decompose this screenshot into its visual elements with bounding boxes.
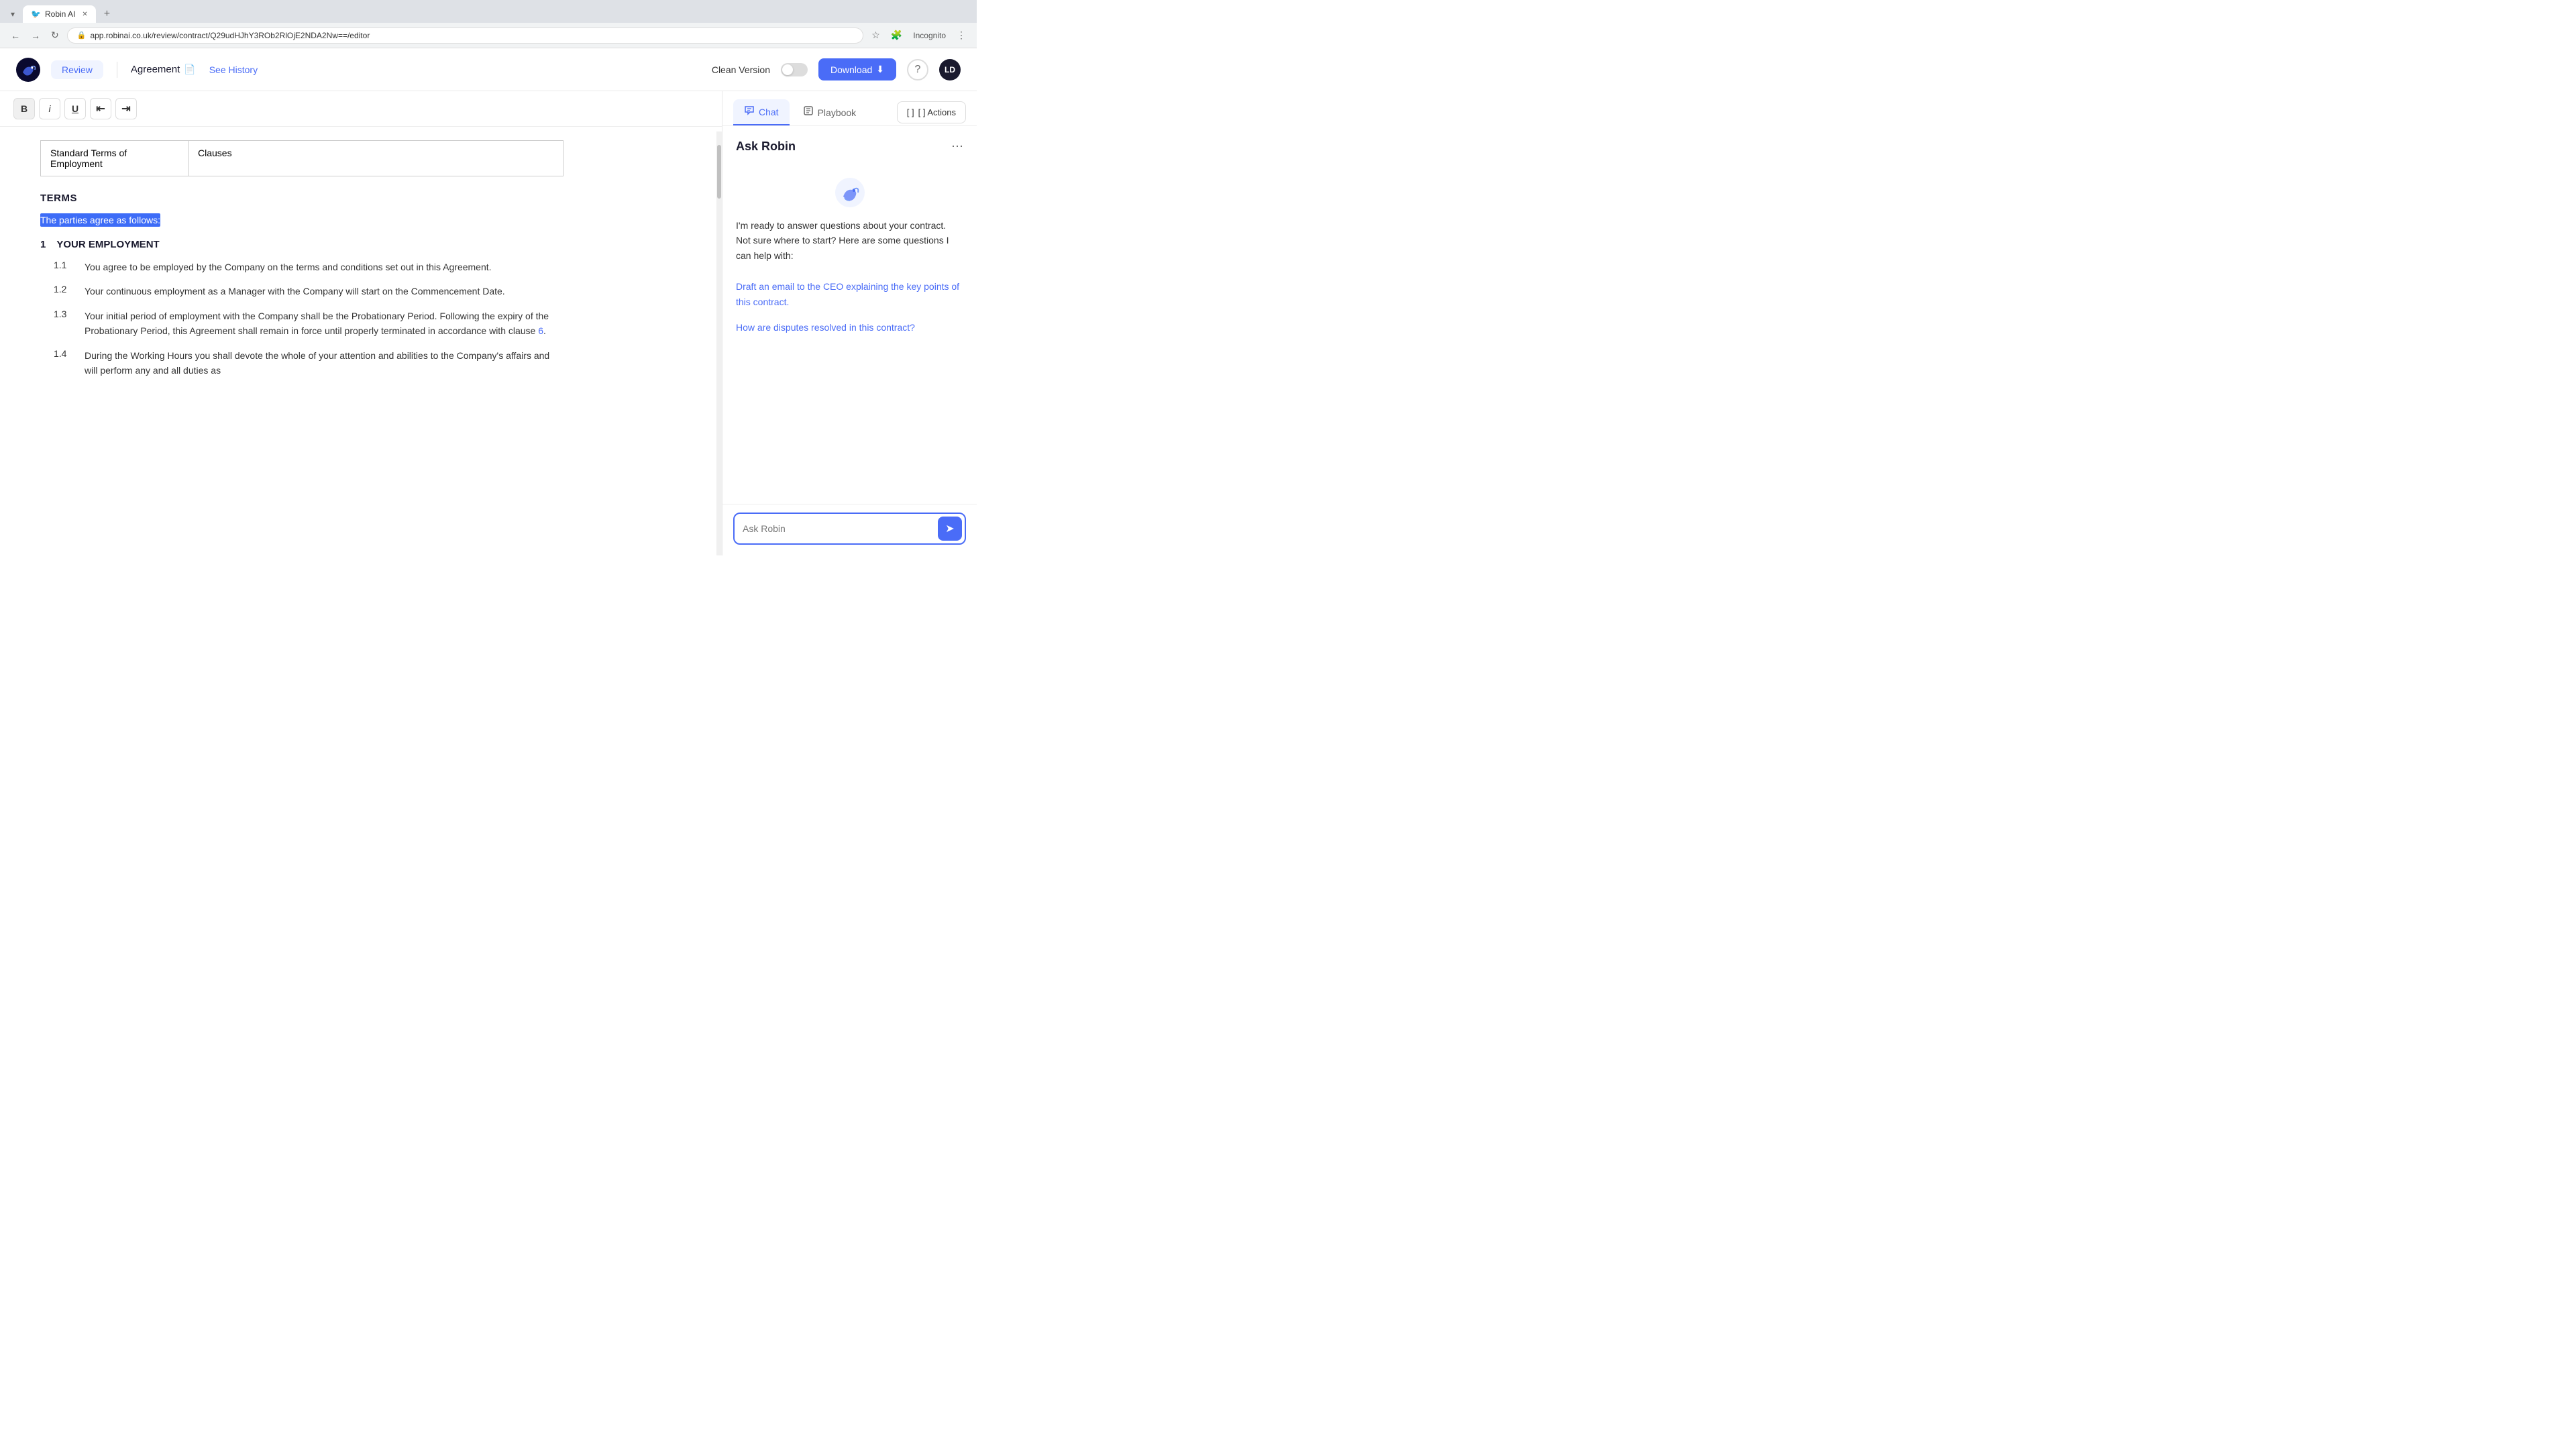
tab-close-button[interactable]: ✕ xyxy=(82,11,87,18)
list-item: 1.2 Your continuous employment as a Mana… xyxy=(40,284,564,299)
help-button[interactable]: ? xyxy=(907,59,928,80)
lock-icon: 🔒 xyxy=(77,31,87,40)
bold-button[interactable]: B xyxy=(13,98,35,119)
item-number: 1.2 xyxy=(54,284,74,299)
incognito-indicator: Incognito xyxy=(910,28,949,43)
item-number: 1.4 xyxy=(54,348,74,378)
logo xyxy=(16,58,40,82)
indent-decrease-button[interactable]: ⇤ xyxy=(90,98,111,119)
clean-version-label: Clean Version xyxy=(712,64,770,75)
item-text: Your continuous employment as a Manager … xyxy=(85,284,505,299)
tab-favicon: 🐦 xyxy=(31,9,41,19)
item-number: 1.3 xyxy=(54,309,74,339)
list-item: 1.3 Your initial period of employment wi… xyxy=(40,309,564,339)
tab-actions[interactable]: [ ] [ ] Actions xyxy=(897,101,966,123)
app-header: Review Agreement 📄 See History Clean Ver… xyxy=(0,48,977,91)
list-item: 1.4 During the Working Hours you shall d… xyxy=(40,348,564,378)
tab-playbook[interactable]: Playbook xyxy=(792,100,867,125)
toggle-knob xyxy=(782,64,793,75)
download-button[interactable]: Download ⬇ xyxy=(818,58,896,80)
tab-list-button[interactable]: ▾ xyxy=(8,7,17,21)
sidebar-tabs: Chat Playbook [ ] [ ] Actions xyxy=(722,91,977,126)
scrollbar-track[interactable] xyxy=(716,131,722,555)
tab-chat[interactable]: Chat xyxy=(733,99,790,125)
main-layout: B i U ⇤ ⇥ Standard Terms of Employment C xyxy=(0,91,977,555)
robin-intro-text: I'm ready to answer questions about your… xyxy=(736,218,963,263)
item-text: Your initial period of employment with t… xyxy=(85,309,564,339)
review-button[interactable]: Review xyxy=(51,60,103,79)
url-text: app.robinai.co.uk/review/contract/Q29udH… xyxy=(90,31,370,40)
robin-icon-area xyxy=(736,178,963,207)
new-tab-button[interactable]: + xyxy=(99,5,115,23)
bookmark-button[interactable]: ☆ xyxy=(869,27,883,44)
send-icon: ➤ xyxy=(945,522,954,535)
user-avatar-button[interactable]: LD xyxy=(939,59,961,80)
right-sidebar: Chat Playbook [ ] [ ] Actions Ask Robin xyxy=(722,91,977,555)
sidebar-body: Ask Robin ⋯ I'm ready to answer question… xyxy=(722,126,977,504)
table-cell-label: Standard Terms of Employment xyxy=(41,141,189,176)
active-tab[interactable]: 🐦 Robin AI ✕ xyxy=(23,5,96,23)
forward-button[interactable]: → xyxy=(28,28,43,44)
sidebar-input-area: ➤ xyxy=(722,504,977,555)
more-options-button[interactable]: ⋯ xyxy=(951,140,963,154)
ask-robin-header: Ask Robin ⋯ xyxy=(736,140,963,154)
document-content[interactable]: Standard Terms of Employment Clauses TER… xyxy=(0,127,604,415)
url-bar[interactable]: 🔒 app.robinai.co.uk/review/contract/Q29u… xyxy=(67,28,864,44)
section-1-heading: YOUR EMPLOYMENT xyxy=(56,239,159,250)
document-title: Agreement 📄 xyxy=(131,64,196,75)
browser-actions: ☆ 🧩 Incognito ⋮ xyxy=(869,27,969,44)
browser-chrome: ▾ 🐦 Robin AI ✕ + ← → ↻ 🔒 app.robinai.co.… xyxy=(0,0,977,48)
reload-button[interactable]: ↻ xyxy=(48,27,62,44)
question-mark-icon: ? xyxy=(915,64,921,76)
robin-ai-icon xyxy=(835,178,865,207)
table-row: Standard Terms of Employment Clauses xyxy=(41,141,564,176)
ask-robin-input[interactable] xyxy=(743,523,932,534)
robin-logo-icon xyxy=(16,58,40,82)
back-button[interactable]: ← xyxy=(8,28,23,44)
tab-bar: ▾ 🐦 Robin AI ✕ + xyxy=(0,0,977,23)
highlighted-text: The parties agree as follows: xyxy=(40,213,160,227)
doc-file-icon: 📄 xyxy=(184,64,195,75)
header-right: Clean Version Download ⬇ ? LD xyxy=(712,58,961,80)
section-1-title: 1 YOUR EMPLOYMENT xyxy=(40,239,564,250)
doc-title-text: Agreement xyxy=(131,64,180,75)
formatting-toolbar: B i U ⇤ ⇥ xyxy=(0,91,722,127)
tab-title: Robin AI xyxy=(45,9,75,19)
section-1: 1 YOUR EMPLOYMENT 1.1 You agree to be em… xyxy=(40,239,564,378)
menu-button[interactable]: ⋮ xyxy=(954,27,969,44)
underline-button[interactable]: U xyxy=(64,98,86,119)
download-label: Download xyxy=(830,64,872,75)
item-text: During the Working Hours you shall devot… xyxy=(85,348,564,378)
ask-robin-title: Ask Robin xyxy=(736,140,796,154)
see-history-button[interactable]: See History xyxy=(209,64,258,75)
actions-bracket-icon: [ ] xyxy=(907,107,914,117)
send-button[interactable]: ➤ xyxy=(938,517,962,541)
scrollbar-thumb[interactable] xyxy=(717,145,721,199)
indent-increase-button[interactable]: ⇥ xyxy=(115,98,137,119)
table-cell-value: Clauses xyxy=(189,141,564,176)
item-number: 1.1 xyxy=(54,260,74,274)
clean-version-toggle[interactable] xyxy=(781,63,808,76)
terms-heading: TERMS xyxy=(40,193,564,204)
terms-table: Standard Terms of Employment Clauses xyxy=(40,140,564,176)
suggested-question-2[interactable]: How are disputes resolved in this contra… xyxy=(736,320,963,335)
list-item: 1.1 You agree to be employed by the Comp… xyxy=(40,260,564,274)
item-text: You agree to be employed by the Company … xyxy=(85,260,492,274)
extensions-button[interactable]: 🧩 xyxy=(888,27,905,44)
editor-area: B i U ⇤ ⇥ Standard Terms of Employment C xyxy=(0,91,722,555)
avatar-initials: LD xyxy=(945,65,955,74)
clause-6-link[interactable]: 6 xyxy=(538,325,543,336)
italic-button[interactable]: i xyxy=(39,98,60,119)
tab-chat-label: Chat xyxy=(759,107,779,117)
address-bar: ← → ↻ 🔒 app.robinai.co.uk/review/contrac… xyxy=(0,23,977,48)
playbook-icon xyxy=(803,105,814,119)
highlighted-paragraph: The parties agree as follows: xyxy=(40,215,564,225)
chat-icon xyxy=(744,105,755,119)
ask-input-wrapper: ➤ xyxy=(733,513,966,545)
tab-actions-label: [ ] Actions xyxy=(918,107,956,117)
section-1-number: 1 xyxy=(40,239,46,250)
tab-playbook-label: Playbook xyxy=(818,107,857,118)
suggested-question-1[interactable]: Draft an email to the CEO explaining the… xyxy=(736,279,963,309)
download-icon: ⬇ xyxy=(876,64,884,75)
